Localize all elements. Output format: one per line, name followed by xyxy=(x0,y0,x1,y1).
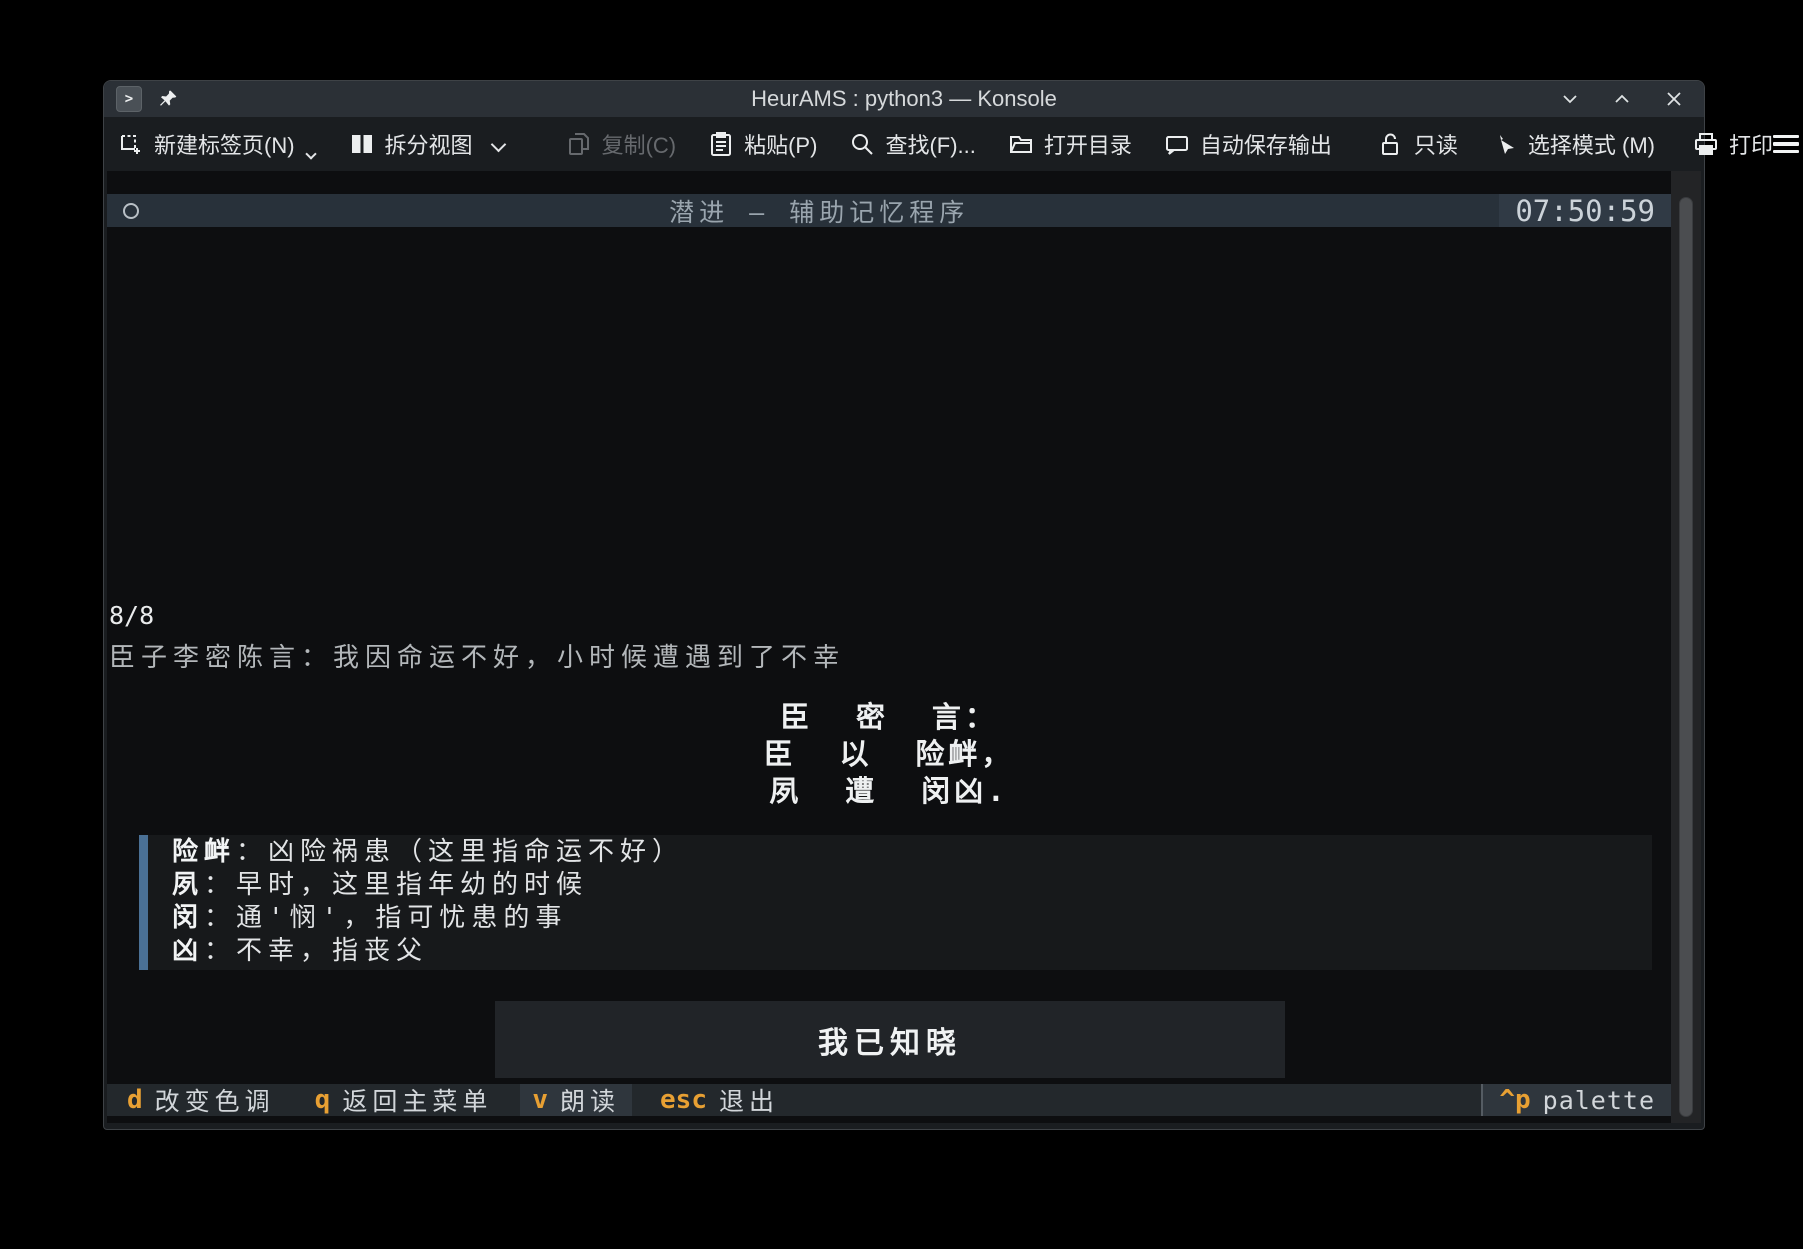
status-bar: d 改变色调 q 返回主菜单 v 朗读 esc 退出 ^p xyxy=(107,1084,1671,1116)
output-bubble-icon xyxy=(1164,131,1190,157)
unlocked-padlock-icon xyxy=(1378,131,1404,157)
scrollbar-thumb[interactable] xyxy=(1679,197,1693,1117)
verse-line-2: 臣 以 险衅， xyxy=(107,736,1671,773)
window-title: HeurAMS : python3 — Konsole xyxy=(104,86,1704,112)
annotation-line: 夙：早时，这里指年幼的时候 xyxy=(172,869,1652,902)
toolbar: 新建标签页(N) 拆分视图 复制(C) xyxy=(104,117,1704,171)
select-mode-button[interactable]: 选择模式 (M) xyxy=(1492,128,1655,160)
shortcut-change-theme[interactable]: d 改变色调 xyxy=(115,1084,287,1116)
annotation-line: 险衅：凶险祸患（这里指命运不好） xyxy=(172,836,1652,869)
cursor-arrow-icon xyxy=(1492,131,1518,157)
read-only-button[interactable]: 只读 xyxy=(1378,128,1458,160)
verse-block: 臣 密 言： 臣 以 险衅， 夙 遭 闵凶. xyxy=(107,699,1671,810)
read-only-label: 只读 xyxy=(1414,128,1458,160)
print-button[interactable]: 打印 xyxy=(1693,128,1773,160)
app-header-bar: 潜进 – 辅助记忆程序 07:50:59 xyxy=(107,194,1671,227)
pin-icon[interactable] xyxy=(158,89,178,109)
screen: HeurAMS : python3 — Konsole > xyxy=(0,0,1803,1249)
clock: 07:50:59 xyxy=(1499,194,1671,227)
progress-counter: 8/8 xyxy=(109,601,154,630)
paste-label: 粘贴(P) xyxy=(744,128,817,160)
paste-icon xyxy=(708,131,734,157)
open-directory-button[interactable]: 打开目录 xyxy=(1008,128,1132,160)
close-button[interactable] xyxy=(1664,89,1684,109)
new-tab-button[interactable]: 新建标签页(N) xyxy=(118,128,315,160)
annotation-line: 凶：不幸，指丧父 xyxy=(172,935,1652,968)
autosave-output-label: 自动保存输出 xyxy=(1200,128,1332,160)
new-tab-icon xyxy=(118,131,144,157)
konsole-window: HeurAMS : python3 — Konsole > xyxy=(103,80,1705,1130)
paste-button[interactable]: 粘贴(P) xyxy=(708,128,817,160)
shortcut-main-menu[interactable]: q 返回主菜单 xyxy=(303,1084,505,1116)
find-button[interactable]: 查找(F)... xyxy=(849,128,975,160)
shortcut-palette[interactable]: ^p palette xyxy=(1481,1084,1671,1116)
maximize-button[interactable] xyxy=(1612,89,1632,109)
acknowledge-button[interactable]: 我已知晓 xyxy=(495,1001,1285,1078)
scrollbar-track[interactable] xyxy=(1671,171,1701,1123)
search-icon xyxy=(849,131,875,157)
select-mode-label: 选择模式 (M) xyxy=(1528,128,1655,160)
new-tab-label: 新建标签页(N) xyxy=(154,128,295,160)
new-tab-chevron-down-icon xyxy=(305,148,316,159)
copy-icon xyxy=(566,131,592,157)
print-label: 打印 xyxy=(1729,128,1773,160)
copy-button: 复制(C) xyxy=(566,128,677,160)
annotation-box: 险衅：凶险祸患（这里指命运不好） 夙：早时，这里指年幼的时候 闵：通'悯'，指可… xyxy=(139,835,1652,970)
split-view-chevron-down-icon xyxy=(490,136,506,152)
printer-icon xyxy=(1693,131,1719,157)
autosave-output-button[interactable]: 自动保存输出 xyxy=(1164,128,1332,160)
status-circle-icon xyxy=(123,203,139,219)
shortcut-exit[interactable]: esc 退出 xyxy=(648,1084,791,1116)
shortcut-read-aloud[interactable]: v 朗读 xyxy=(520,1084,632,1116)
copy-label: 复制(C) xyxy=(602,128,677,160)
split-view-button[interactable]: 拆分视图 xyxy=(349,128,504,160)
title-bar[interactable]: HeurAMS : python3 — Konsole > xyxy=(104,81,1704,117)
translation-line: 臣子李密陈言：我因命运不好，小时候遭遇到了不幸 xyxy=(109,637,845,674)
terminal-view[interactable]: 潜进 – 辅助记忆程序 07:50:59 8/8 臣子李密陈言：我因命运不好，小… xyxy=(107,171,1701,1123)
minimize-button[interactable] xyxy=(1560,89,1580,109)
annotation-line: 闵：通'悯'，指可忧患的事 xyxy=(172,902,1652,935)
hamburger-menu-icon[interactable] xyxy=(1773,135,1799,154)
folder-icon xyxy=(1008,131,1034,157)
split-view-label: 拆分视图 xyxy=(385,128,473,160)
verse-line-3: 夙 遭 闵凶. xyxy=(107,773,1671,810)
split-view-icon xyxy=(349,131,375,157)
verse-line-1: 臣 密 言： xyxy=(107,699,1671,736)
open-directory-label: 打开目录 xyxy=(1044,128,1132,160)
konsole-app-icon: > xyxy=(116,86,142,112)
app-title: 潜进 – 辅助记忆程序 xyxy=(139,193,1499,229)
find-label: 查找(F)... xyxy=(885,128,975,160)
